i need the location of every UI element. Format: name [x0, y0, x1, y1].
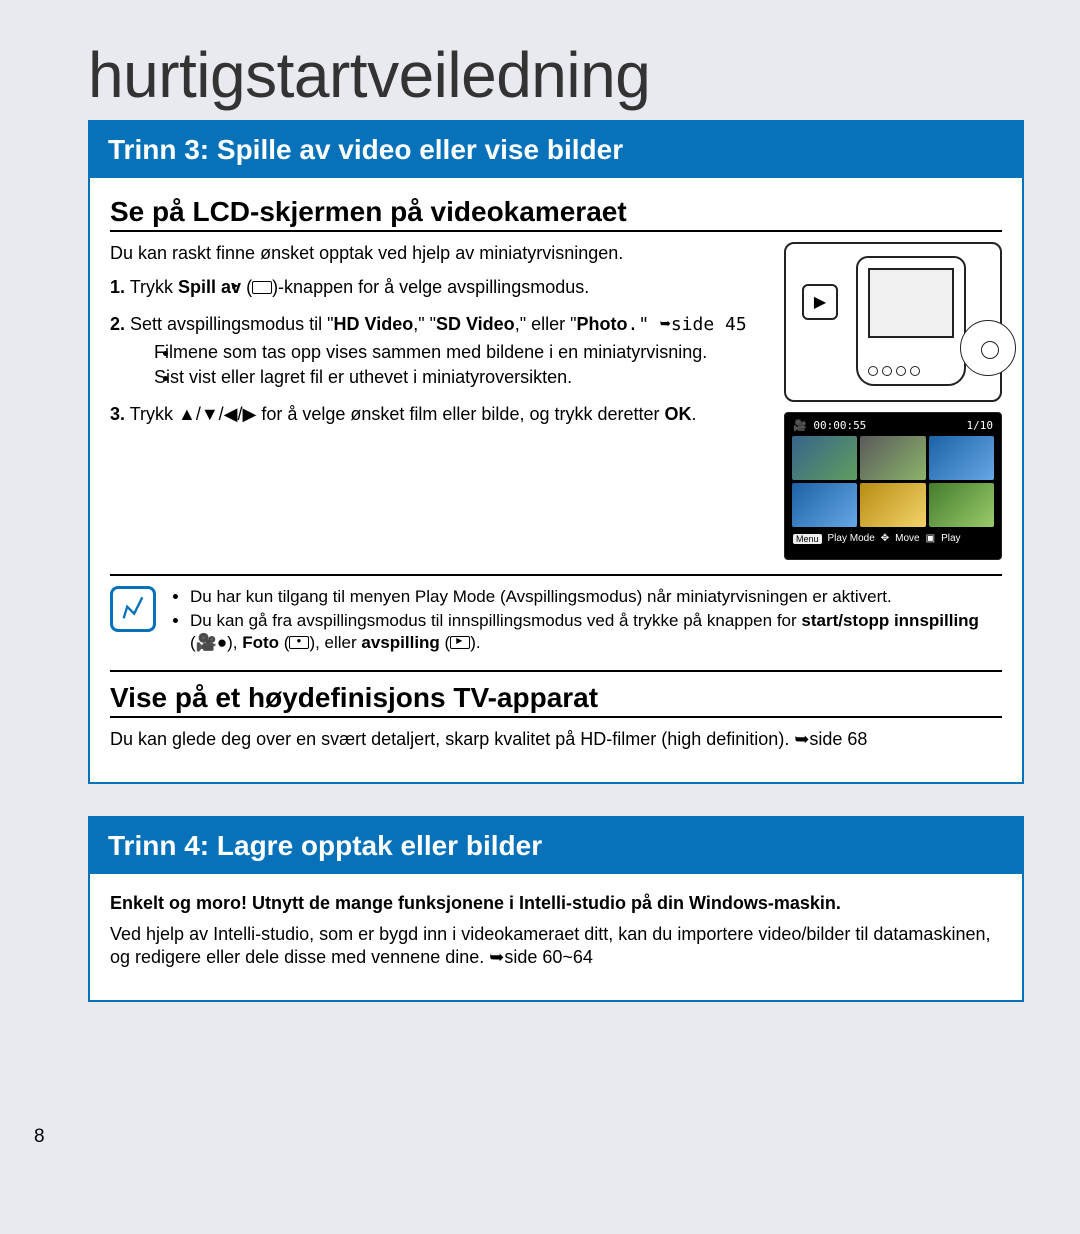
page-title: hurtigstartveiledning	[88, 38, 1024, 112]
playback-icon	[450, 636, 470, 649]
thumb-timestamp: 🎥 00:00:55	[793, 419, 866, 432]
step-3-subheading-tv: Vise på et høydefinisjons TV-apparat	[110, 682, 1002, 718]
thumbnail	[792, 483, 857, 527]
bullet: Filmene som tas opp vises sammen med bil…	[180, 341, 766, 364]
text: Sett avspillingsmodus til "	[130, 314, 333, 334]
text-bold: SD Video	[436, 314, 515, 334]
page-ref: ." ➥side 45	[627, 314, 746, 335]
camera-illustration: ▶	[784, 242, 1002, 402]
label: Play	[941, 533, 960, 544]
text: )-knappen for å velge avspillingsmodus.	[272, 277, 589, 297]
text: (	[190, 633, 196, 652]
thumbnail-screen: 🎥 00:00:55 1/10 Menu	[784, 412, 1002, 560]
step-3-item-2: 2. Sett avspillingsmodus til "HD Video,"…	[110, 312, 766, 390]
text-bold: Foto	[242, 633, 279, 652]
text: Trykk ▲/▼/◀/▶ for å velge ønsket film el…	[130, 404, 665, 424]
step-3-ordered-list: 1. Trykk Spill av ()-knappen for å velge…	[110, 275, 766, 426]
step-3-subheading-lcd: Se på LCD-skjermen på videokameraet	[110, 196, 1002, 232]
thumbnail	[860, 483, 925, 527]
tv-text: Du kan glede deg over en svært detaljert…	[110, 728, 1002, 751]
camera-icon	[289, 636, 309, 649]
text: (	[279, 633, 289, 652]
text: Du kan gå fra avspillingsmodus til innsp…	[190, 611, 801, 630]
text: (	[241, 277, 252, 297]
text-bold: avspilling	[361, 633, 439, 652]
text: ," "	[413, 314, 436, 334]
text-bold: start/stopp innspilling	[801, 611, 979, 630]
text: .	[692, 404, 697, 424]
thumbnail	[792, 436, 857, 480]
text: Trykk	[130, 277, 178, 297]
play-badge-icon: ▶	[802, 284, 838, 320]
text: (	[440, 633, 450, 652]
text: ),	[227, 633, 242, 652]
thumbnail	[929, 436, 994, 480]
text-bold: OK	[665, 404, 692, 424]
step-3-item-3: 3. Trykk ▲/▼/◀/▶ for å velge ønsket film…	[110, 402, 766, 426]
step-4-header: Trinn 4: Lagre opptak eller bilder	[90, 818, 1022, 874]
label: Move	[895, 533, 919, 544]
divider	[110, 670, 1002, 672]
text-bold: Photo	[576, 314, 627, 334]
menu-tag: Menu	[793, 534, 822, 544]
thumb-index: 1/10	[967, 419, 994, 432]
thumbnail	[860, 436, 925, 480]
text: ).	[470, 633, 480, 652]
step-4-bold: Enkelt og moro! Utnytt de mange funksjon…	[110, 893, 841, 913]
note-icon	[110, 586, 156, 632]
step-4-card: Trinn 4: Lagre opptak eller bilder Enkel…	[88, 816, 1024, 1002]
step-3-card: Trinn 3: Spille av video eller vise bild…	[88, 120, 1024, 784]
note-item: Du har kun tilgang til menyen Play Mode …	[190, 586, 1002, 608]
label: Play Mode	[828, 533, 875, 544]
note-item: Du kan gå fra avspillingsmodus til innsp…	[190, 610, 1002, 654]
bullet: Sist vist eller lagret fil er uthevet i …	[180, 366, 766, 389]
page-number: 8	[34, 1126, 45, 1148]
step-3-item-1: 1. Trykk Spill av ()-knappen for å velge…	[110, 275, 766, 299]
thumbnail	[929, 483, 994, 527]
text: ," eller "	[515, 314, 577, 334]
step-4-body: Ved hjelp av Intelli-studio, som er bygd…	[110, 923, 1002, 970]
text-bold: HD Video	[334, 314, 414, 334]
note-block: Du har kun tilgang til menyen Play Mode …	[110, 586, 1002, 656]
step-3-intro: Du kan raskt finne ønsket opptak ved hje…	[110, 242, 766, 265]
divider	[110, 574, 1002, 576]
step-3-header: Trinn 3: Spille av video eller vise bild…	[90, 122, 1022, 178]
playback-icon	[252, 281, 272, 294]
text: ), eller	[309, 633, 361, 652]
